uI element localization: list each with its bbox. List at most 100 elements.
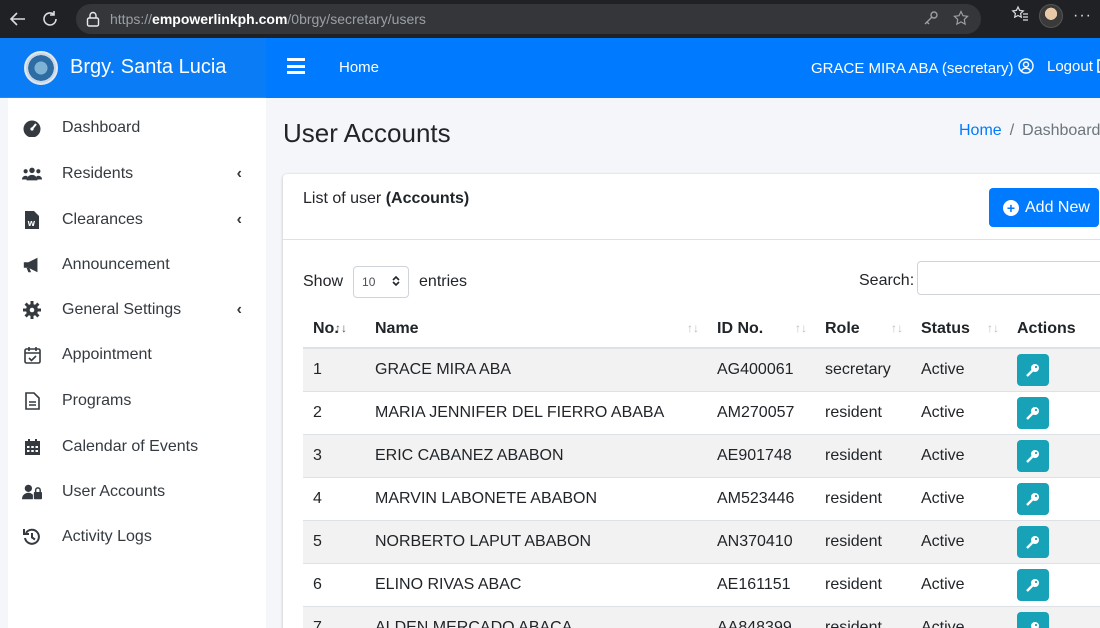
column-header-actions: Actions: [1007, 310, 1100, 349]
cell-name: GRACE MIRA ABA: [365, 347, 707, 391]
calendar-icon: [22, 437, 42, 457]
key-icon: [1026, 406, 1039, 420]
cell-status: Active: [911, 390, 1007, 434]
card-title: List of user (Accounts): [303, 190, 469, 208]
more-menu-icon[interactable]: ···: [1073, 7, 1092, 25]
sidebar-item-dashboard[interactable]: Dashboard: [8, 108, 266, 148]
sort-icon: ↑↓: [687, 321, 699, 335]
logout-link[interactable]: Logout: [1047, 58, 1100, 75]
table-row: 3 ERIC CABANEZ ABABON AE901748 resident …: [303, 433, 1100, 477]
table-row: 6 ELINO RIVAS ABAC AE161151 resident Act…: [303, 562, 1100, 606]
breadcrumb-home-link[interactable]: Home: [959, 122, 1002, 139]
sidebar-left-edge: [0, 98, 8, 628]
lock-icon: [86, 11, 102, 27]
table-header-row: No. ↑↓ Name ↑↓ ID No. ↑↓ Role ↑↓ Status ↑↓ Ac…: [303, 310, 1100, 349]
cell-no: 4: [303, 476, 365, 520]
back-arrow-icon[interactable]: [4, 5, 32, 33]
cell-no: 6: [303, 562, 365, 606]
column-header-no[interactable]: No. ↑↓: [303, 310, 365, 349]
sidebar-item-clearances[interactable]: W Clearances ‹: [8, 200, 266, 240]
sidebar-item-announcement[interactable]: Announcement: [8, 245, 266, 285]
cell-name: MARVIN LABONETE ABABON: [365, 476, 707, 520]
search-input[interactable]: [917, 261, 1100, 295]
chevron-left-icon: ‹: [236, 211, 242, 228]
reset-password-button[interactable]: [1017, 568, 1049, 601]
sidebar-item-label: Appointment: [62, 346, 152, 363]
column-header-id[interactable]: ID No. ↑↓: [707, 310, 815, 349]
cell-no: 2: [303, 390, 365, 434]
file-icon: [22, 391, 42, 411]
history-icon: [22, 527, 42, 547]
add-new-button[interactable]: + Add New: [989, 188, 1099, 227]
entries-select[interactable]: 10: [353, 266, 410, 298]
cell-id: AA848399: [707, 605, 815, 628]
key-icon: [1026, 449, 1039, 463]
column-header-name[interactable]: Name ↑↓: [365, 310, 707, 349]
bullhorn-icon: [22, 255, 42, 275]
password-key-icon[interactable]: [923, 10, 939, 29]
sidebar-item-user-accounts[interactable]: User Accounts: [8, 472, 266, 512]
sidebar-item-activity-logs[interactable]: Activity Logs: [8, 517, 266, 557]
sidebar-item-programs[interactable]: Programs: [8, 381, 266, 421]
cell-status: Active: [911, 519, 1007, 563]
cell-no: 5: [303, 519, 365, 563]
cell-no: 7: [303, 605, 365, 628]
cell-id: AN370410: [707, 519, 815, 563]
menu-toggle-icon[interactable]: [287, 58, 305, 74]
barangay-seal-logo: [24, 50, 58, 85]
browser-toolbar: https://empowerlinkph.com/0brgy/secretar…: [0, 0, 1100, 38]
entries-select-value: 10: [362, 275, 376, 289]
search-label: Search:: [859, 272, 915, 289]
cell-actions: [1007, 390, 1100, 434]
current-user-link[interactable]: GRACE MIRA ABA (secretary): [811, 58, 1034, 78]
top-navbar: Brgy. Santa Lucia Home GRACE MIRA ABA (s…: [0, 38, 1100, 98]
calendar-check-icon: [22, 345, 42, 365]
sidebar-item-general-settings[interactable]: General Settings ‹: [8, 290, 266, 330]
sidebar-item-residents[interactable]: Residents ‹: [8, 154, 266, 194]
key-icon: [1026, 535, 1039, 549]
breadcrumb-separator: /: [1009, 122, 1015, 139]
cell-role: resident: [815, 390, 911, 434]
cell-id: AE901748: [707, 433, 815, 477]
sidebar-item-label: Activity Logs: [62, 528, 152, 545]
table-row: 2 MARIA JENNIFER DEL FIERRO ABABA AM2700…: [303, 390, 1100, 434]
cell-id: AM270057: [707, 390, 815, 434]
cell-actions: [1007, 347, 1100, 391]
reset-password-button[interactable]: [1017, 439, 1049, 472]
chevron-left-icon: ‹: [236, 165, 242, 182]
key-icon: [1026, 363, 1039, 377]
chevron-left-icon: ‹: [236, 301, 242, 318]
cell-no: 1: [303, 347, 365, 391]
page-title: User Accounts: [283, 118, 451, 148]
reload-icon[interactable]: [36, 5, 64, 33]
brand-text: Brgy. Santa Lucia: [70, 56, 227, 78]
cell-role: resident: [815, 519, 911, 563]
sidebar-item-appointment[interactable]: Appointment: [8, 335, 266, 375]
reset-password-button[interactable]: [1017, 396, 1049, 429]
reset-password-button[interactable]: [1017, 525, 1049, 558]
reset-password-button[interactable]: [1017, 353, 1049, 386]
cell-id: AM523446: [707, 476, 815, 520]
address-bar[interactable]: https://empowerlinkph.com/0brgy/secretar…: [76, 4, 981, 34]
cell-actions: [1007, 519, 1100, 563]
reset-password-button[interactable]: [1017, 611, 1049, 628]
cell-status: Active: [911, 347, 1007, 391]
nav-home-link[interactable]: Home: [339, 59, 379, 76]
user-circle-icon: [1017, 58, 1034, 78]
column-header-label: Name: [375, 319, 419, 337]
sidebar-item-calendar-of-events[interactable]: Calendar of Events: [8, 427, 266, 467]
cog-icon: [22, 300, 42, 320]
favorites-icon[interactable]: [1011, 5, 1029, 28]
column-header-label: Status: [921, 319, 970, 337]
sidebar-item-label: Programs: [62, 392, 132, 409]
profile-avatar[interactable]: [1039, 4, 1064, 28]
reset-password-button[interactable]: [1017, 482, 1049, 515]
column-header-label: Actions: [1017, 319, 1076, 337]
column-header-status[interactable]: Status ↑↓: [911, 310, 1007, 349]
url-host: empowerlinkph.com: [152, 11, 288, 27]
brand-link[interactable]: Brgy. Santa Lucia: [0, 38, 266, 98]
user-accounts-card: List of user (Accounts) + Add New Show 1…: [283, 174, 1100, 628]
bookmark-star-icon[interactable]: [953, 10, 969, 29]
column-header-role[interactable]: Role ↑↓: [815, 310, 911, 349]
card-title-bold: (Accounts): [385, 190, 470, 207]
